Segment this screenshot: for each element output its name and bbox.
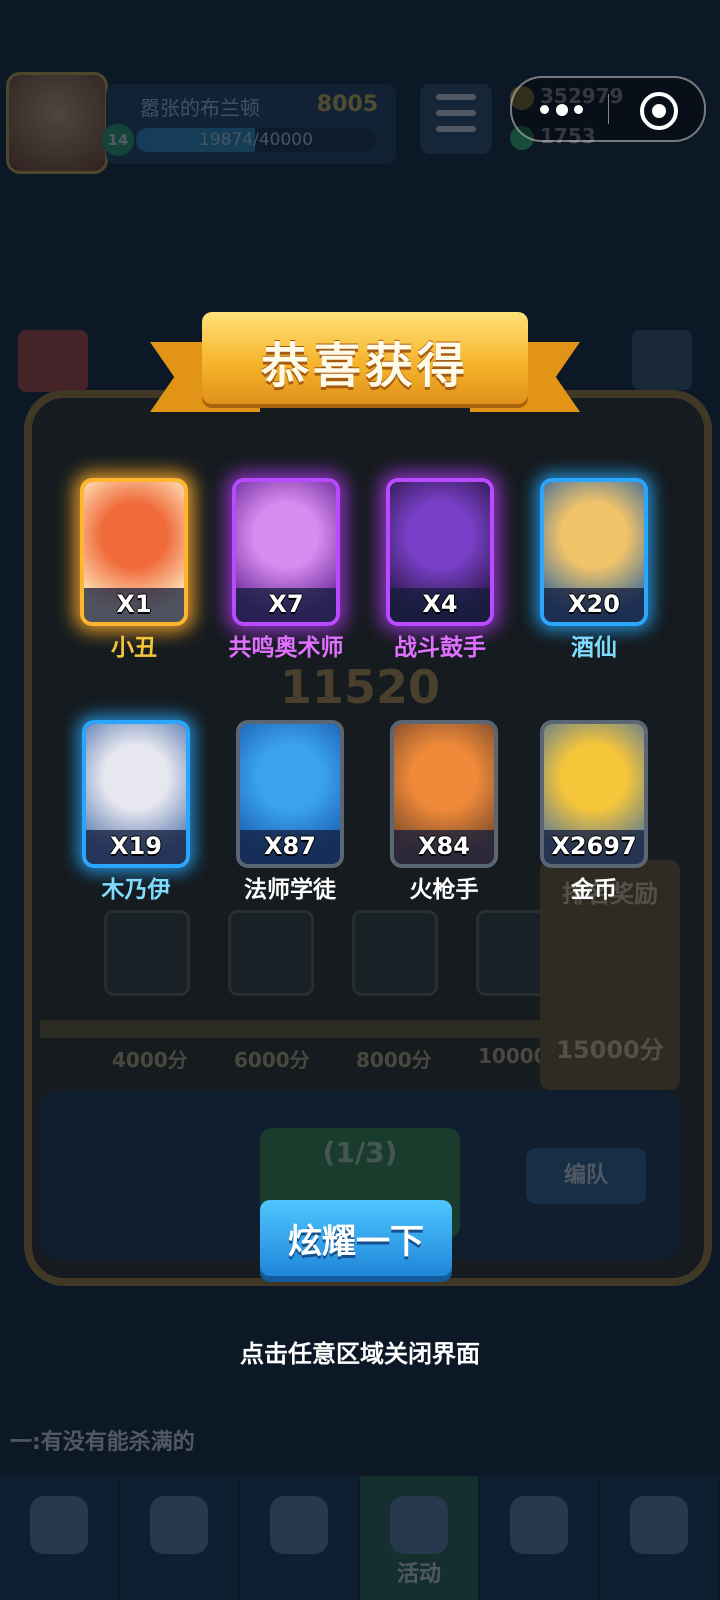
reward-name: 共鸣奥术师 [228,635,344,661]
capsule-divider [608,94,609,124]
reward-quantity: X84 [418,832,470,860]
player-name: 嚣张的布兰顿 [140,96,260,120]
final-reward-score: 15000分 [556,1036,664,1064]
title-ribbon: 恭喜获得 [150,312,580,422]
card-frame: X2697 [540,720,648,868]
nav-item-clan [480,1476,600,1600]
menu-button [420,84,492,154]
milestone-reward [228,910,314,996]
reward-quantity: X1 [116,590,152,618]
reward-card: X1 [80,478,188,626]
reward-card: X4 [386,478,494,626]
reward-quantity: X4 [422,590,458,618]
reward-card: X20 [540,478,648,626]
nav-item-explore [600,1476,720,1600]
reward-name: 酒仙 [571,635,617,661]
reward-quantity: X7 [268,590,304,618]
nav-item-shop [0,1476,120,1600]
milestone-label: 8000分 [356,1048,432,1072]
reward-card: X2697 [540,720,648,868]
milestone-label: 10000 [478,1044,548,1068]
xp-bar: 19874/40000 [136,128,376,152]
reward-quantity: X2697 [551,832,637,860]
reward-name: 小丑 [111,635,157,661]
card-frame: X19 [82,720,190,868]
reward-name: 木乃伊 [101,877,171,903]
avatar [6,72,108,174]
reward-card: X87 [236,720,344,868]
bottom-nav: 活动 [0,1476,720,1600]
level-badge: 14 [102,124,134,156]
shop-icon [30,1496,88,1554]
reward-card: X19 [82,720,190,868]
card-frame: X87 [236,720,344,868]
show-off-button[interactable]: 炫耀一下 [260,1200,452,1276]
reward-name: 战斗鼓手 [394,635,486,661]
chat-message: 一:有没有能杀满的 [10,1430,195,1455]
start-attempts: (1/3) [322,1136,398,1169]
reward-card: X84 [390,720,498,868]
back-button [18,330,88,392]
nav-item-battle [240,1476,360,1600]
ribbon-banner: 恭喜获得 [202,312,528,404]
info-button [632,330,692,390]
milestone-label: 6000分 [234,1048,310,1072]
miniprogram-capsule [510,76,706,142]
nav-item-heroes [120,1476,240,1600]
reward-quantity: X19 [110,832,162,860]
milestone-reward [104,910,190,996]
reward-quantity: X20 [568,590,620,618]
helmet-icon [150,1496,208,1554]
xp-text: 19874/40000 [199,130,313,150]
card-frame: X4 [386,478,494,626]
card-frame: X84 [390,720,498,868]
player-info: 嚣张的布兰顿 8005 19874/40000 14 [102,84,396,164]
score-progress-track [40,1020,540,1038]
card-frame: X7 [232,478,340,626]
card-frame: X20 [540,478,648,626]
close-hint: 点击任意区域关闭界面 [240,1340,480,1368]
milestone-reward [352,910,438,996]
event-icon [390,1496,448,1554]
show-off-label: 炫耀一下 [288,1222,424,1262]
milestone-label: 4000分 [112,1048,188,1072]
reward-quantity: X87 [264,832,316,860]
reward-name: 金币 [571,877,617,903]
swords-icon [270,1496,328,1554]
nav-item-event: 活动 [360,1476,480,1600]
nav-item-label: 活动 [396,1562,441,1587]
event-score: 11520 [279,660,441,714]
team-edit-button: 编队 [526,1148,646,1204]
target-circle-icon[interactable] [640,92,678,130]
more-dots-icon[interactable] [540,104,588,116]
clan-icon [510,1496,568,1554]
trophy-count: 8005 [316,92,378,117]
modal-title: 恭喜获得 [260,338,469,394]
card-frame: X1 [80,478,188,626]
reward-name: 法师学徒 [244,877,336,903]
compass-icon [630,1496,688,1554]
reward-name: 火枪手 [409,877,479,903]
reward-card: X7 [232,478,340,626]
